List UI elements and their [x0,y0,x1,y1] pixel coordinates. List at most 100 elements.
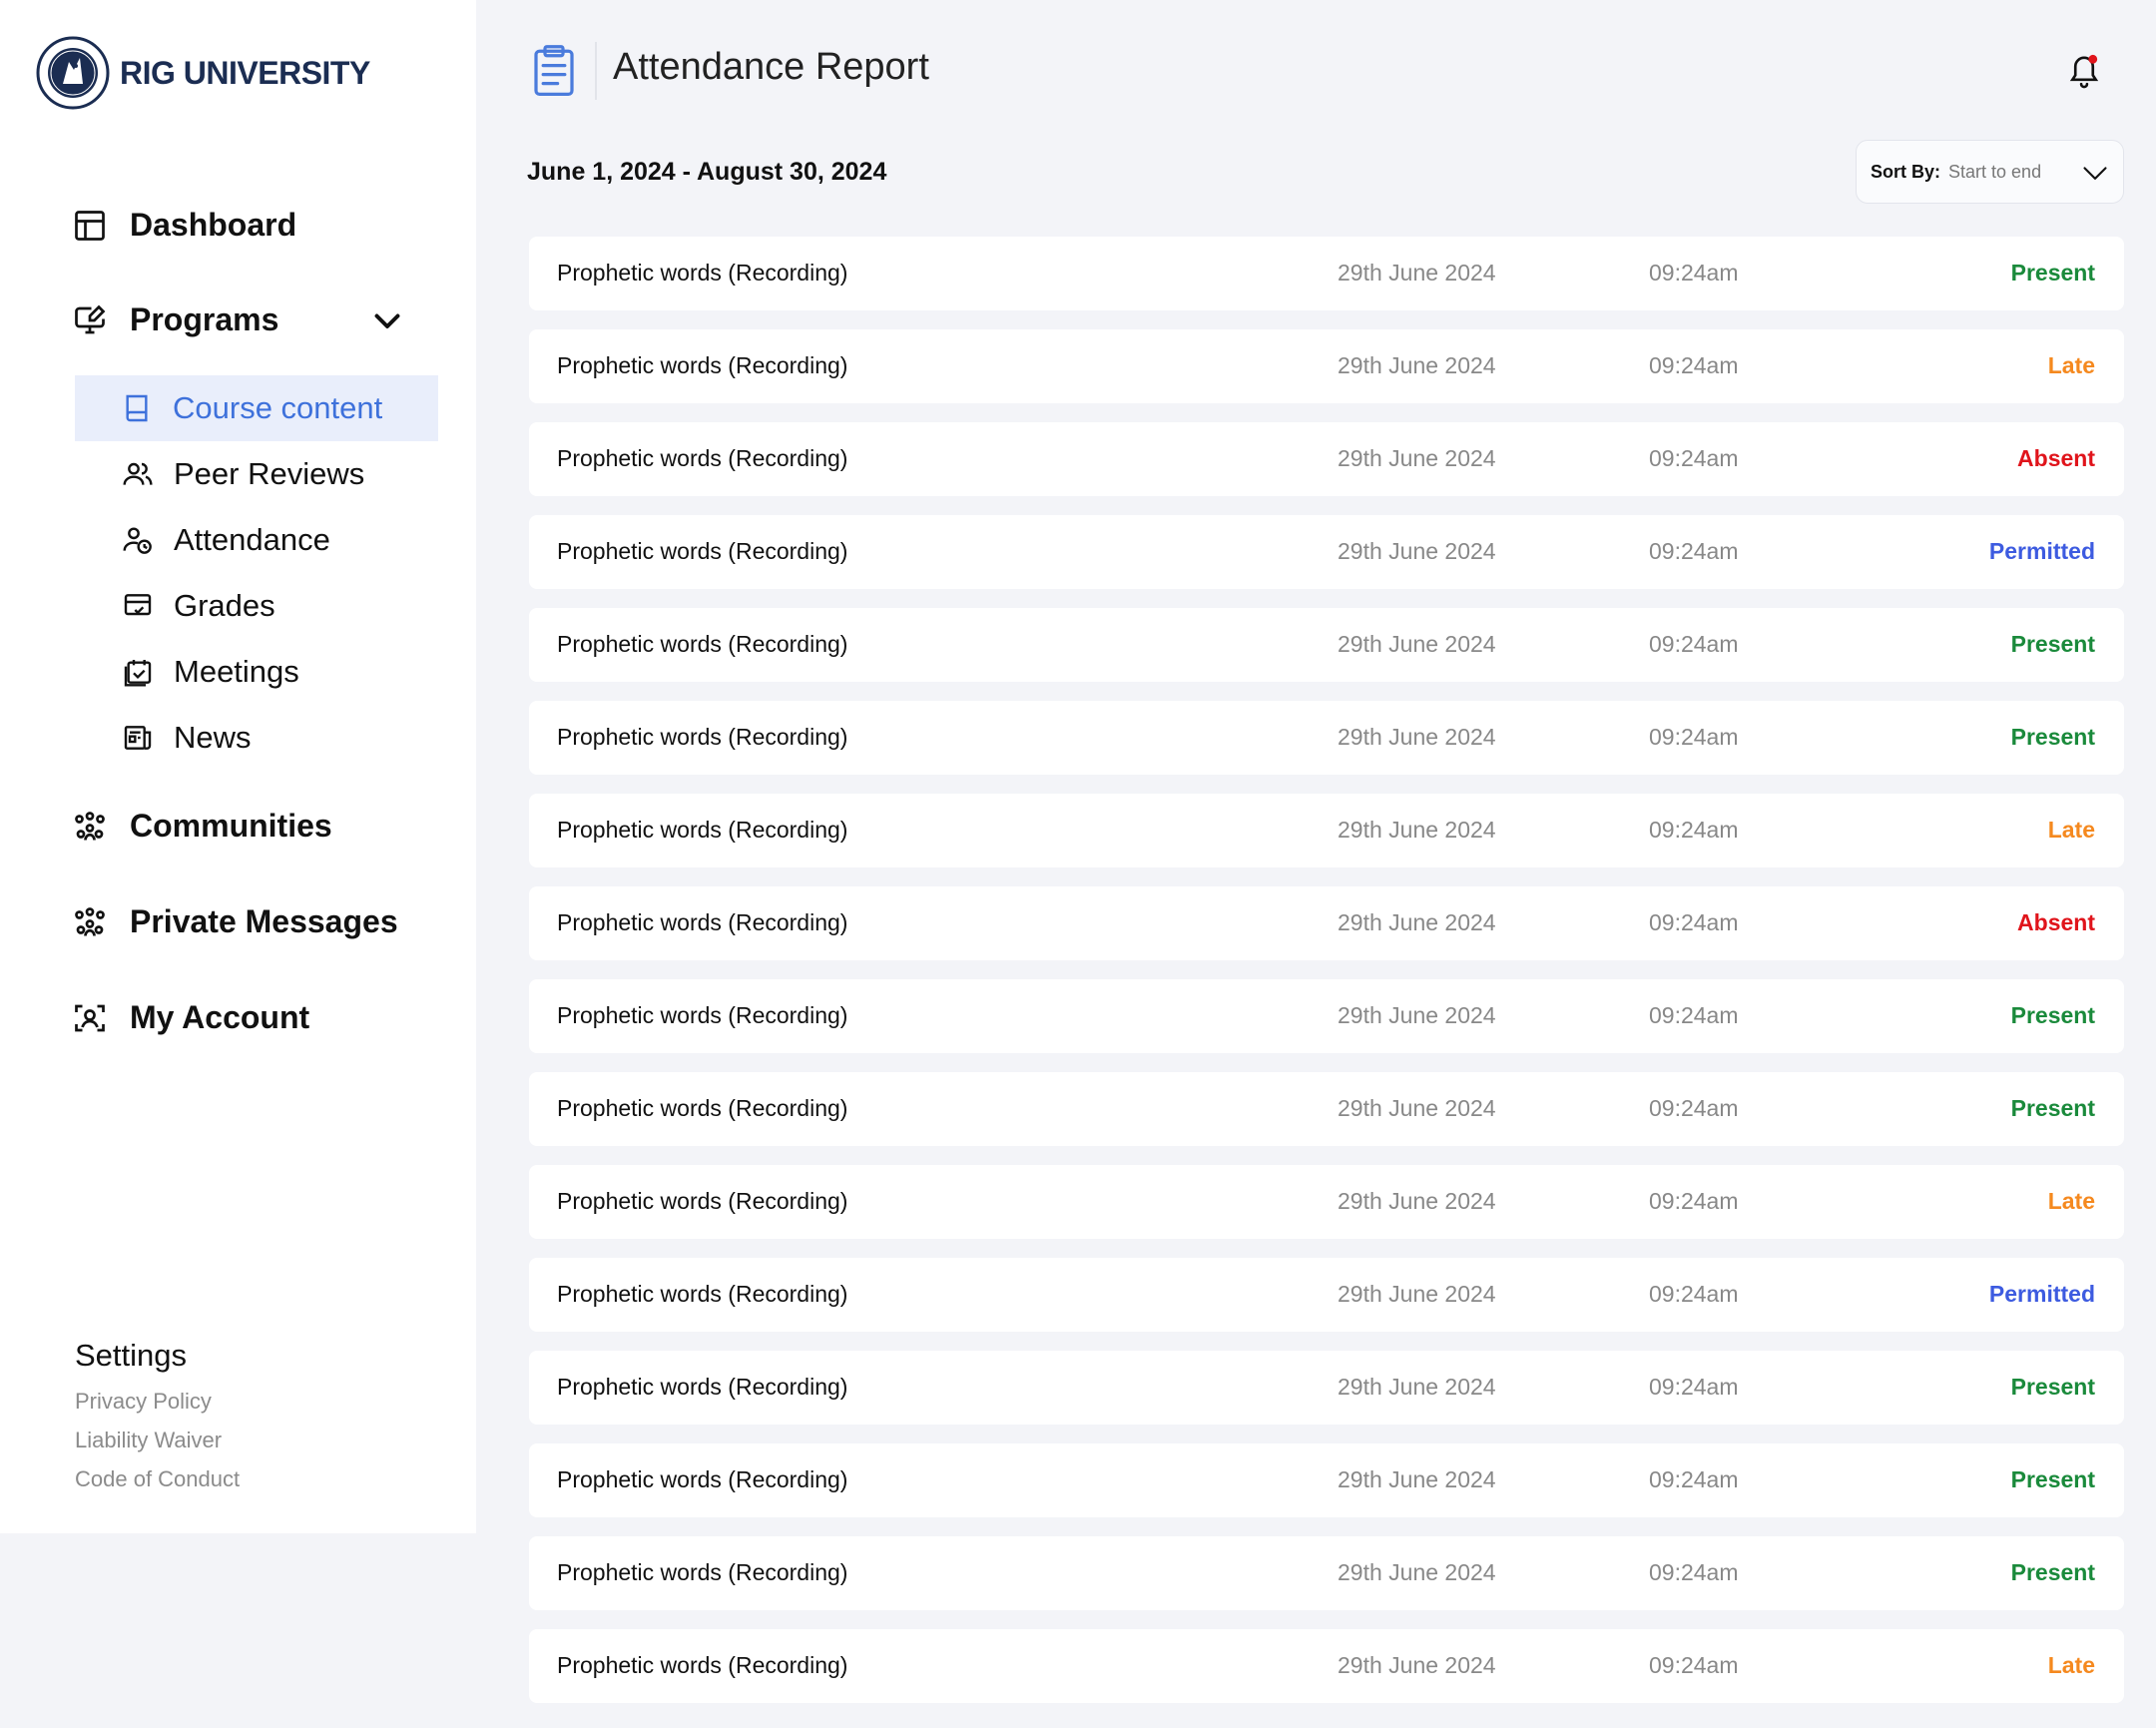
status-badge: Present [2010,260,2095,286]
attendance-row[interactable]: Prophetic words (Recording) 29th June 202… [529,1165,2124,1239]
session-title: Prophetic words (Recording) [557,1374,848,1400]
attendance-row[interactable]: Prophetic words (Recording) 29th June 202… [529,1536,2124,1610]
status-badge: Permitted [1988,538,2095,564]
sidebar-item-meetings[interactable]: Meetings [122,654,299,690]
sidebar-item-label: Course content [173,390,383,425]
session-title: Prophetic words (Recording) [557,1002,848,1028]
session-date: 29th June 2024 [1338,1559,1496,1585]
nav-communities[interactable]: Communities [72,808,332,845]
session-date: 29th June 2024 [1338,445,1496,471]
nav-dashboard[interactable]: Dashboard [72,207,296,244]
session-title: Prophetic words (Recording) [557,1281,848,1307]
session-time: 09:24am [1649,538,1739,564]
status-badge: Present [2010,1374,2095,1400]
sidebar-item-label: Grades [174,588,275,623]
monitor-edit-icon [75,304,106,333]
settings-heading[interactable]: Settings [75,1338,187,1374]
clipboard-icon [534,45,574,97]
nav-programs-label: Programs [130,301,279,337]
attendance-row[interactable]: Prophetic words (Recording) 29th June 202… [529,608,2124,682]
session-title: Prophetic words (Recording) [557,260,848,286]
status-badge: Present [2010,1466,2095,1492]
sidebar: RIG UNIVERSITY Dashboard Programs Course… [0,0,476,1533]
attendance-row[interactable]: Prophetic words (Recording) 29th June 202… [529,979,2124,1053]
attendance-row[interactable]: Prophetic words (Recording) 29th June 202… [529,886,2124,960]
nav-private-messages-label: Private Messages [130,903,398,939]
nav-dashboard-label: Dashboard [130,207,297,243]
users-icon [123,462,153,485]
liability-waiver-link[interactable]: Liability Waiver [75,1428,222,1453]
session-title: Prophetic words (Recording) [557,909,848,935]
sidebar-item-course-content[interactable]: Course content [75,375,438,441]
attendance-row[interactable]: Prophetic words (Recording) 29th June 202… [529,1443,2124,1517]
session-title: Prophetic words (Recording) [557,1652,848,1678]
attendance-row[interactable]: Prophetic words (Recording) 29th June 202… [529,794,2124,867]
sidebar-item-label: News [174,720,252,755]
attendance-row[interactable]: Prophetic words (Recording) 29th June 202… [529,1351,2124,1425]
session-title: Prophetic words (Recording) [557,352,848,378]
session-date: 29th June 2024 [1338,538,1496,564]
session-title: Prophetic words (Recording) [557,1095,848,1121]
session-time: 09:24am [1649,445,1739,471]
session-title: Prophetic words (Recording) [557,1559,848,1585]
status-badge: Late [2047,1652,2095,1678]
sort-dropdown[interactable]: Sort By: Start to end [1856,140,2124,204]
status-badge: Late [2047,1188,2095,1214]
brand-logo[interactable]: RIG UNIVERSITY [36,36,370,110]
attendance-row[interactable]: Prophetic words (Recording) 29th June 202… [529,1258,2124,1332]
nav-private-messages[interactable]: Private Messages [72,903,398,940]
status-badge: Late [2047,352,2095,378]
session-date: 29th June 2024 [1338,1466,1496,1492]
status-badge: Permitted [1988,1281,2095,1307]
session-time: 09:24am [1649,817,1739,843]
status-badge: Present [2010,1095,2095,1121]
privacy-policy-link[interactable]: Privacy Policy [75,1389,212,1415]
attendance-row[interactable]: Prophetic words (Recording) 29th June 202… [529,422,2124,496]
sidebar-item-news[interactable]: News [122,720,252,756]
session-time: 09:24am [1649,1652,1739,1678]
attendance-row[interactable]: Prophetic words (Recording) 29th June 202… [529,701,2124,775]
code-of-conduct-link[interactable]: Code of Conduct [75,1466,240,1492]
session-title: Prophetic words (Recording) [557,631,848,657]
account-scan-icon [75,1004,105,1031]
calendar-check-icon [124,660,152,687]
status-badge: Absent [2017,909,2095,935]
session-time: 09:24am [1649,1002,1739,1028]
session-time: 09:24am [1649,352,1739,378]
nav-programs[interactable]: Programs [72,301,278,338]
attendance-row[interactable]: Prophetic words (Recording) 29th June 202… [529,329,2124,403]
sidebar-item-attendance[interactable]: Attendance [122,522,330,558]
session-date: 29th June 2024 [1338,1374,1496,1400]
session-title: Prophetic words (Recording) [557,1188,848,1214]
session-date: 29th June 2024 [1338,817,1496,843]
sidebar-item-grades[interactable]: Grades [122,588,275,624]
newspaper-icon [124,726,152,750]
session-date: 29th June 2024 [1338,352,1496,378]
session-time: 09:24am [1649,724,1739,750]
status-badge: Present [2010,631,2095,657]
page-title: Attendance Report [613,46,929,88]
book-icon [126,394,148,422]
attendance-row[interactable]: Prophetic words (Recording) 29th June 202… [529,515,2124,589]
notification-bell-icon[interactable] [2066,52,2102,90]
session-date: 29th June 2024 [1338,260,1496,286]
session-title: Prophetic words (Recording) [557,724,848,750]
status-badge: Late [2047,817,2095,843]
session-time: 09:24am [1649,1374,1739,1400]
session-time: 09:24am [1649,909,1739,935]
session-title: Prophetic words (Recording) [557,1466,848,1492]
sidebar-item-label: Meetings [174,654,299,689]
attendance-row[interactable]: Prophetic words (Recording) 29th June 202… [529,237,2124,310]
date-range[interactable]: June 1, 2024 - August 30, 2024 [527,158,886,187]
session-date: 29th June 2024 [1338,1002,1496,1028]
session-time: 09:24am [1649,1559,1739,1585]
session-date: 29th June 2024 [1338,631,1496,657]
card-check-icon [124,594,152,616]
sidebar-item-label: Attendance [174,522,330,557]
attendance-row[interactable]: Prophetic words (Recording) 29th June 202… [529,1072,2124,1146]
attendance-row[interactable]: Prophetic words (Recording) 29th June 202… [529,1629,2124,1703]
chevron-down-icon[interactable] [369,302,405,338]
user-clock-icon [123,527,152,554]
nav-my-account[interactable]: My Account [72,999,309,1036]
sidebar-item-peer-reviews[interactable]: Peer Reviews [122,456,364,492]
